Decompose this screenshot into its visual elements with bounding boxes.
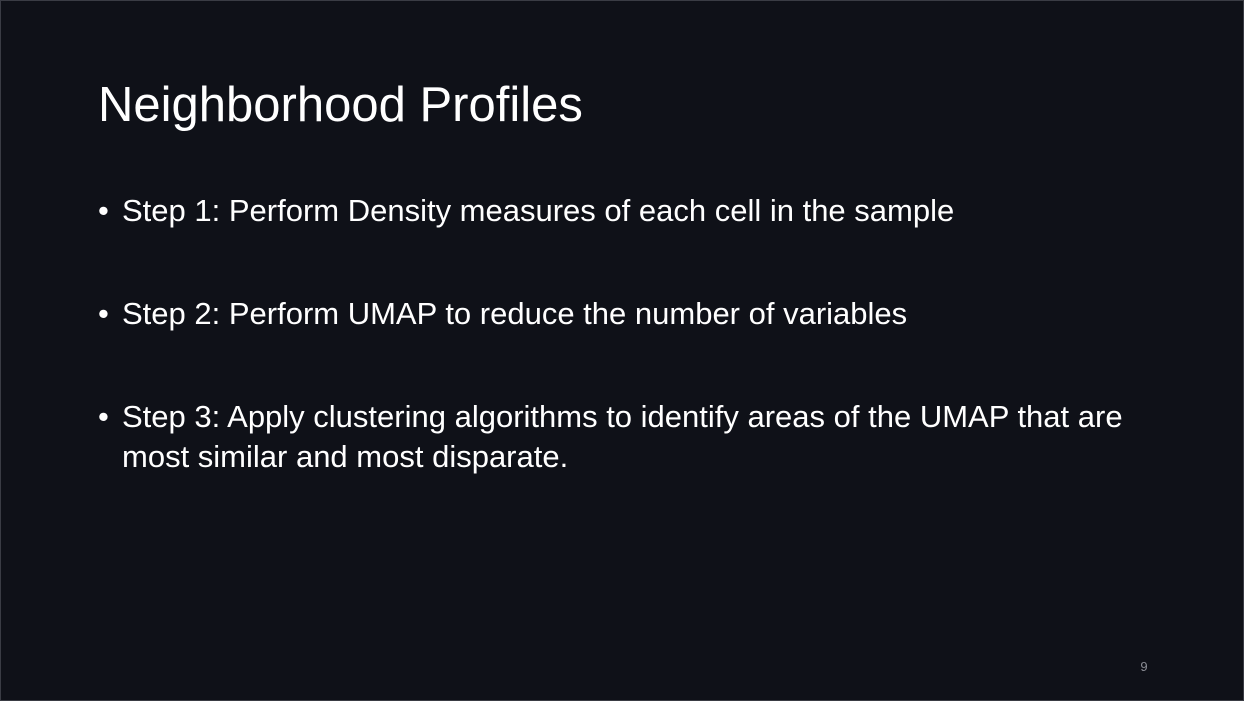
- bullet-marker: •: [98, 296, 109, 331]
- slide-title: Neighborhood Profiles: [98, 78, 583, 132]
- bullet-item-step-3: • Step 3: Apply clustering algorithms to…: [98, 397, 1158, 477]
- bullet-item-step-1: • Step 1: Perform Density measures of ea…: [98, 191, 1158, 231]
- bullet-text: Step 1: Perform Density measures of each…: [122, 193, 955, 228]
- bullet-text: Step 2: Perform UMAP to reduce the numbe…: [122, 296, 908, 331]
- slide: Neighborhood Profiles • Step 1: Perform …: [0, 0, 1244, 701]
- page-number: 9: [1140, 659, 1148, 674]
- bullet-text: Step 3: Apply clustering algorithms to i…: [122, 399, 1123, 474]
- bullet-marker: •: [98, 193, 109, 228]
- bullet-marker: •: [98, 399, 109, 434]
- bullet-item-step-2: • Step 2: Perform UMAP to reduce the num…: [98, 294, 1158, 334]
